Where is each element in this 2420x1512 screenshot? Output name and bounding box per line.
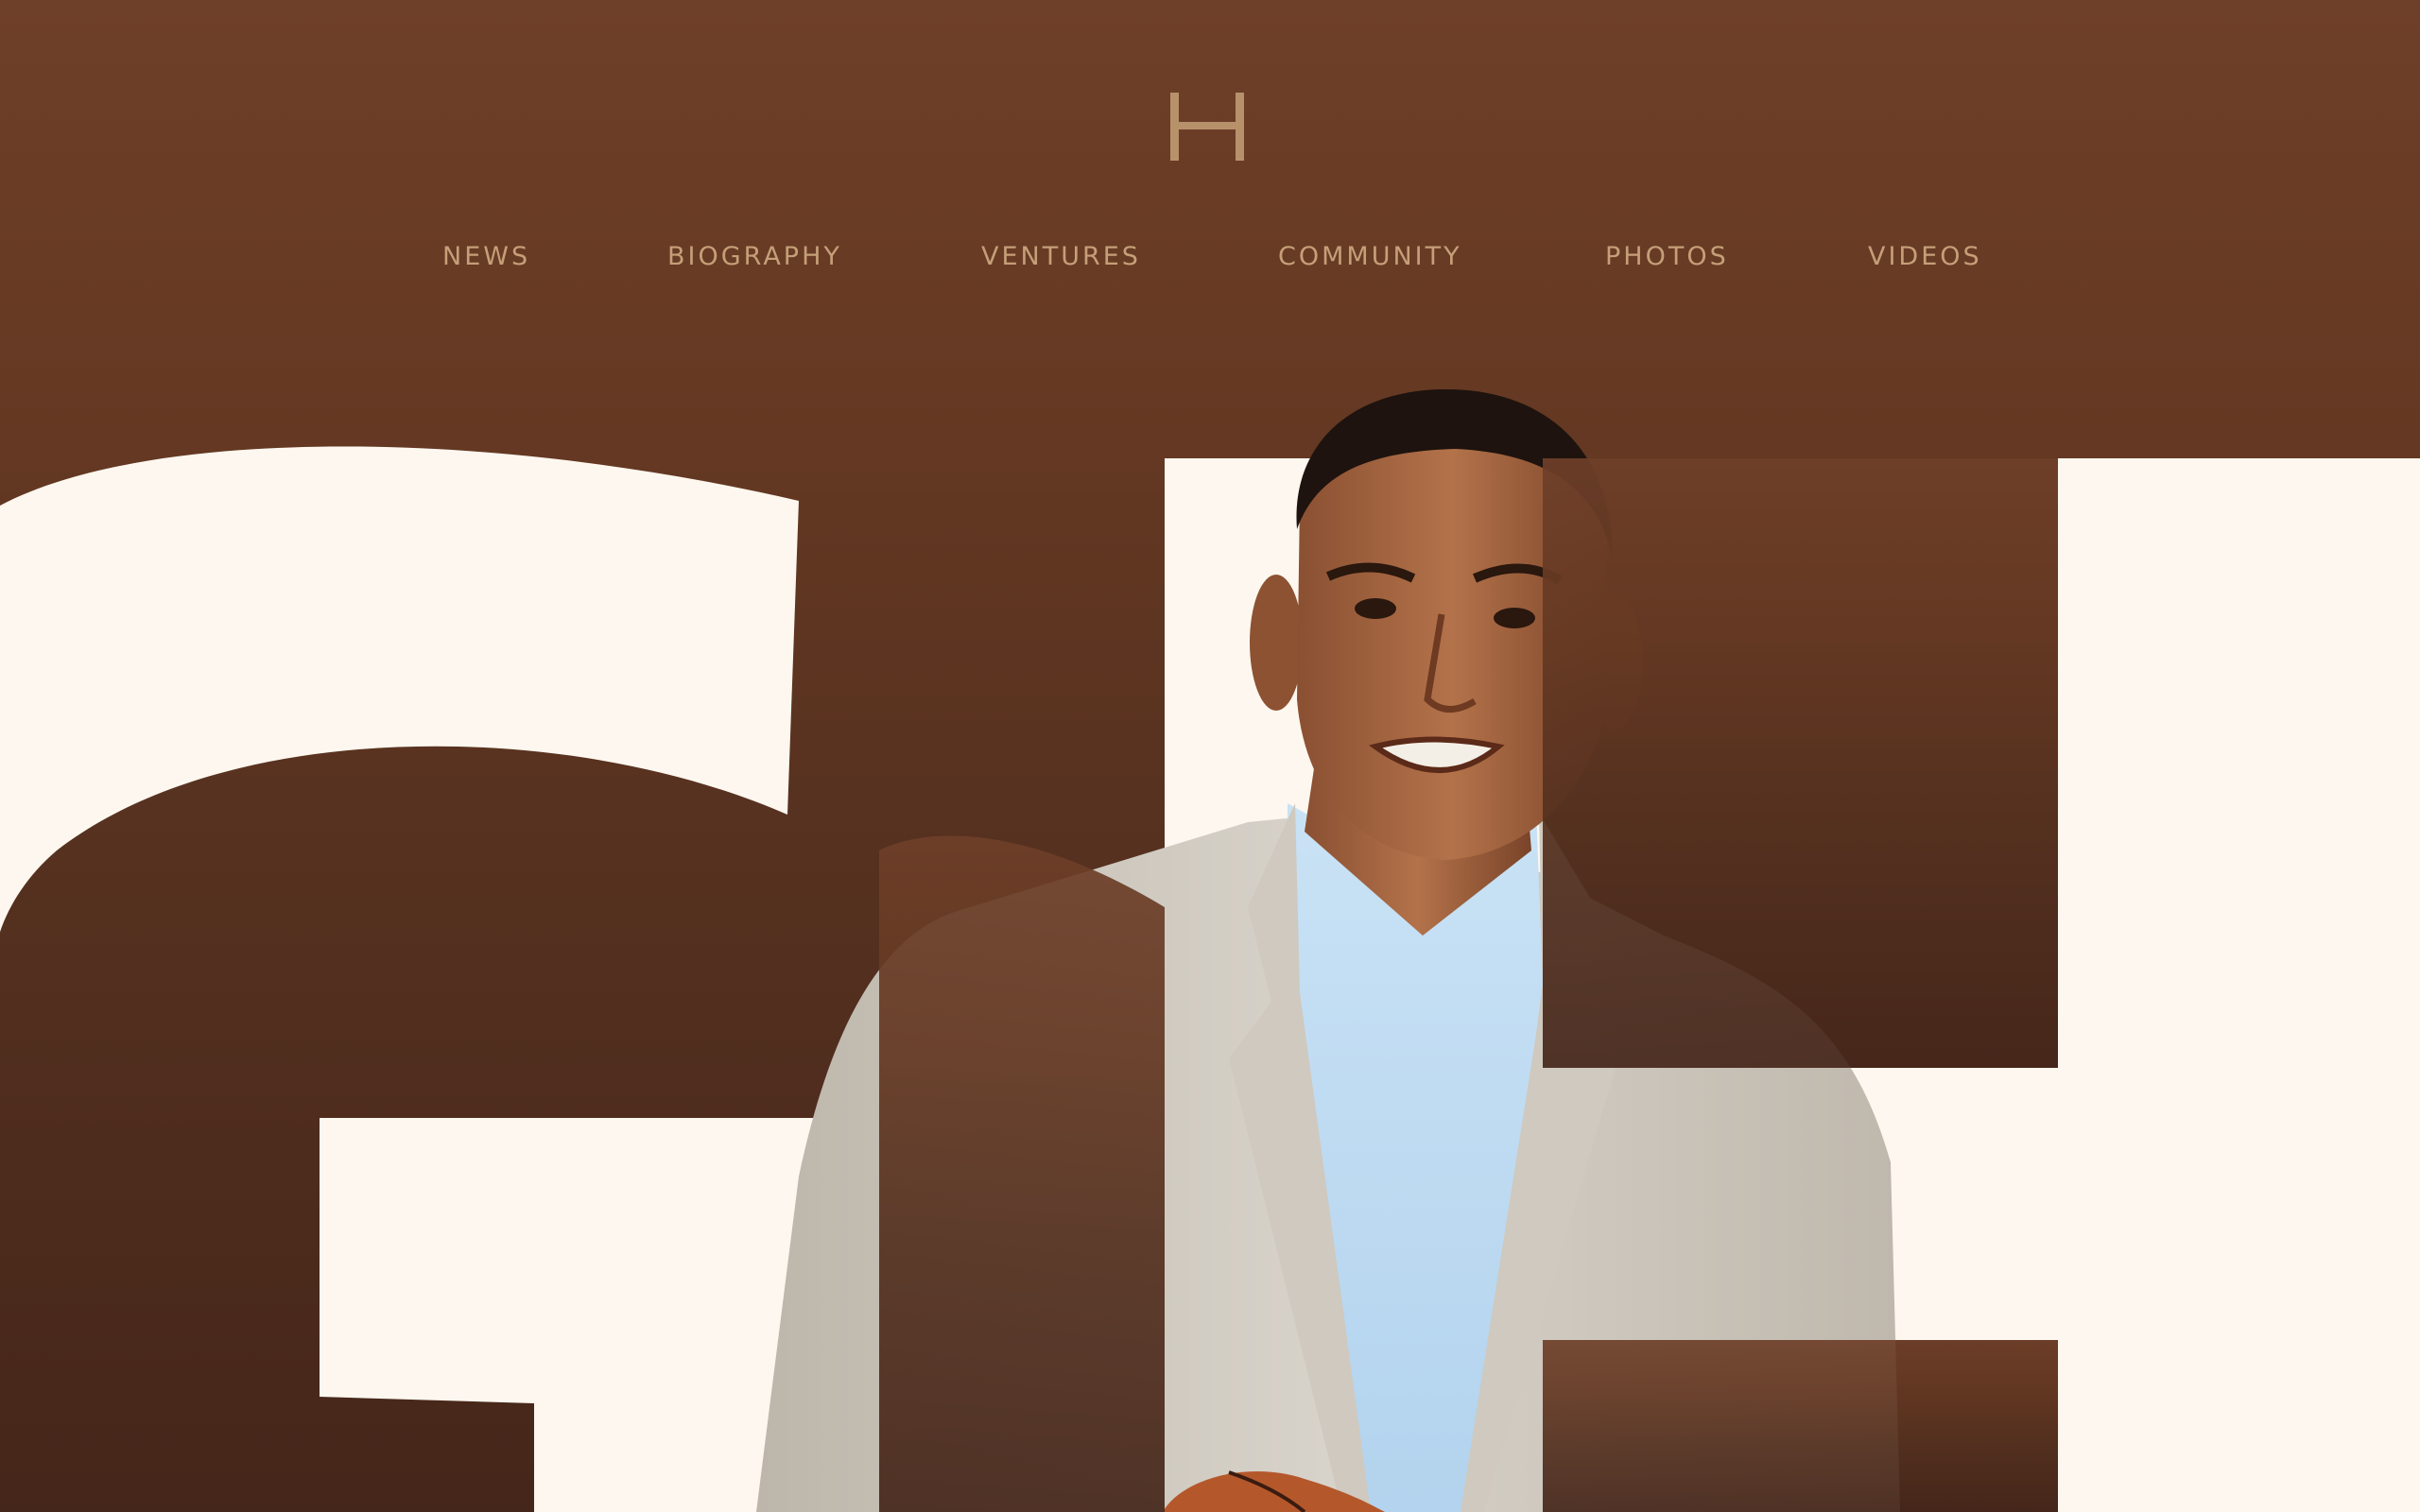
main-navigation: NEWS BIOGRAPHY VENTURES COMMUNITY PHOTOS… xyxy=(0,242,2420,280)
nav-item-community[interactable]: COMMUNITY xyxy=(1278,242,1462,272)
hero-section: NEWS BIOGRAPHY VENTURES COMMUNITY PHOTOS… xyxy=(0,0,2420,1512)
monogram-h-counter-bottom xyxy=(1543,1340,2058,1512)
nav-item-biography[interactable]: BIOGRAPHY xyxy=(667,242,842,272)
hero-monogram-overlay xyxy=(879,458,2058,1512)
nav-item-ventures[interactable]: VENTURES xyxy=(981,242,1141,272)
nav-item-videos[interactable]: VIDEOS xyxy=(1868,242,1982,272)
monogram-h-counter-top xyxy=(1543,458,2058,1068)
nav-item-photos[interactable]: PHOTOS xyxy=(1605,242,1729,272)
monogram-g-counter xyxy=(879,835,1165,1512)
nav-item-news[interactable]: NEWS xyxy=(442,242,530,272)
logo-h-icon[interactable] xyxy=(1167,91,1248,163)
